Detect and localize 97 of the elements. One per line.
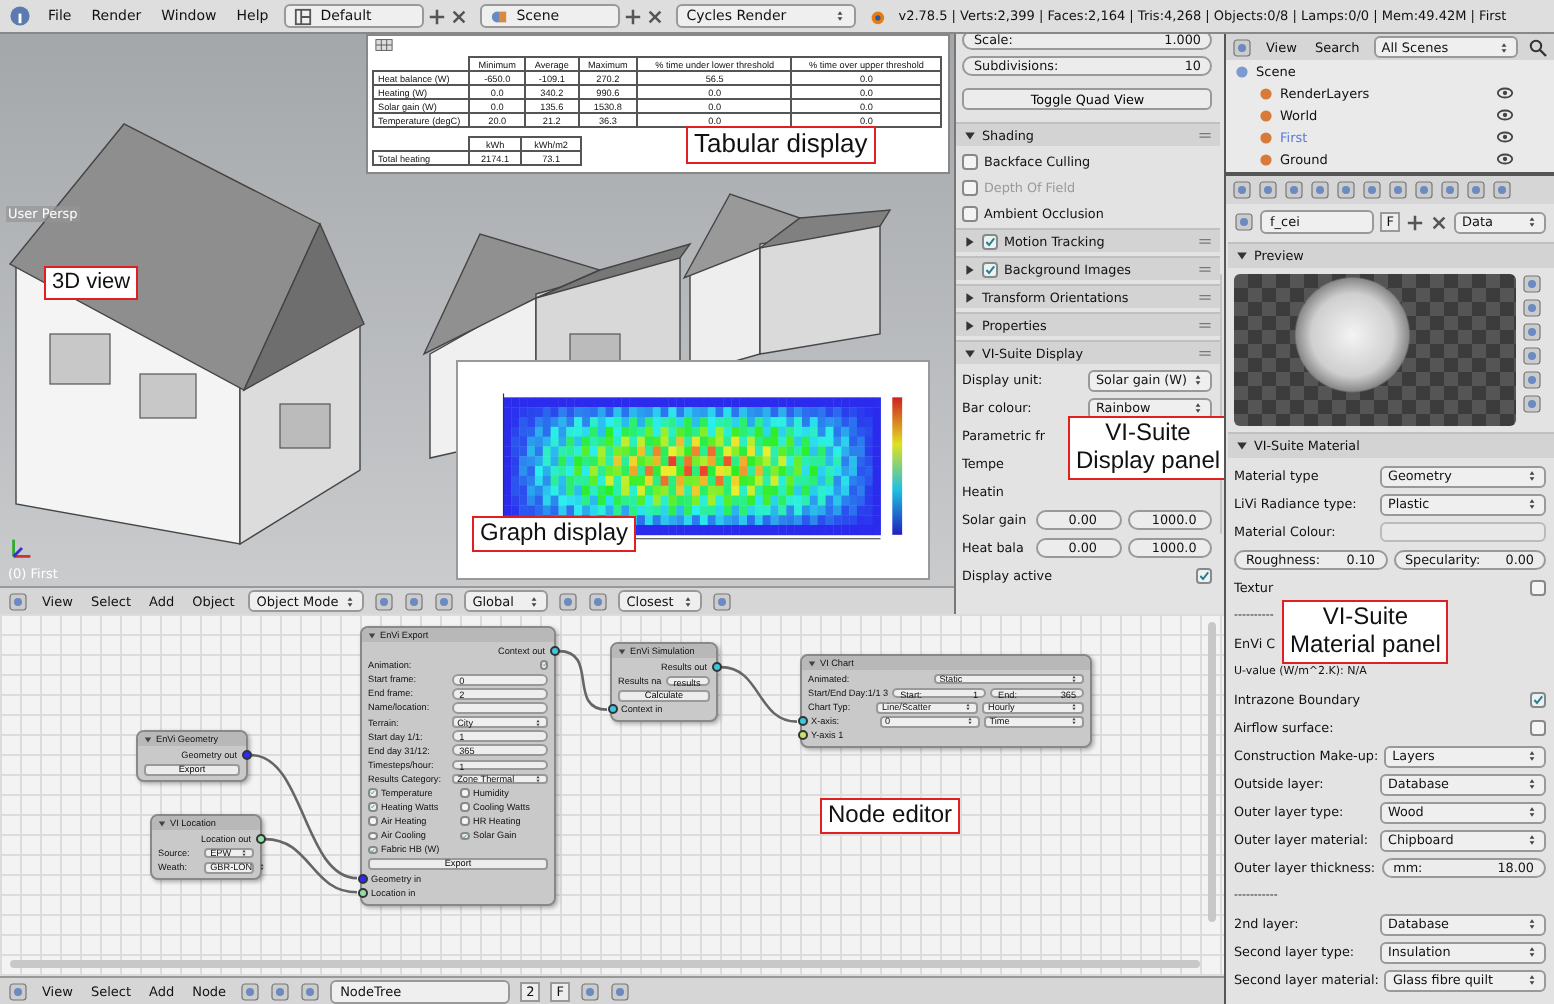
checkbox[interactable]	[460, 816, 469, 826]
checkbox[interactable]	[1530, 692, 1546, 708]
up-down-arrows-icon	[834, 8, 847, 24]
up-down-arrows-icon	[1526, 214, 1538, 230]
grip-icon[interactable]	[1198, 346, 1213, 360]
up-down-arrows-icon	[1526, 916, 1538, 932]
up-down-arrows-icon	[534, 773, 542, 784]
up-down-arrows-icon	[1192, 372, 1205, 388]
socket[interactable]	[357, 873, 367, 884]
up-down-arrows-icon	[1498, 39, 1510, 55]
socket[interactable]	[255, 834, 265, 845]
annotation-label: 3D view	[44, 266, 139, 300]
up-down-arrows-icon	[964, 702, 972, 713]
up-down-arrows-icon	[1526, 496, 1538, 512]
up-down-arrows-icon	[1070, 716, 1078, 727]
checkbox[interactable]	[368, 845, 377, 855]
annotation-label: Graph display	[472, 516, 637, 552]
up-down-arrows-icon	[1192, 400, 1205, 416]
close-icon[interactable]	[646, 7, 665, 25]
annotation-label: VI-Suite Material panel	[1282, 600, 1449, 664]
socket[interactable]	[797, 716, 807, 727]
checkbox[interactable]	[368, 831, 377, 841]
checkbox[interactable]	[368, 816, 377, 826]
socket[interactable]	[357, 887, 367, 898]
grip-icon[interactable]	[1198, 262, 1213, 276]
visibility-icon[interactable]	[1496, 128, 1514, 146]
up-down-arrows-icon	[1526, 972, 1538, 988]
up-down-arrows-icon	[1526, 832, 1538, 848]
checkbox[interactable]	[982, 233, 998, 249]
disclosure-triangle-icon	[1236, 440, 1248, 452]
annotation-label: Tabular display	[686, 126, 876, 164]
grip-icon[interactable]	[1198, 128, 1213, 142]
checkbox[interactable]	[368, 788, 377, 798]
visibility-icon[interactable]	[1496, 150, 1514, 168]
disclosure-triangle-icon	[1236, 250, 1248, 262]
scrollbar[interactable]	[1208, 622, 1216, 922]
table-icon	[372, 36, 396, 54]
socket[interactable]	[797, 730, 807, 741]
node-link	[720, 665, 798, 723]
screen-layout-icon	[294, 7, 313, 25]
collapse-triangle-icon[interactable]	[158, 819, 166, 827]
up-down-arrows-icon	[1526, 748, 1538, 764]
up-down-arrows-icon	[1526, 776, 1538, 792]
checkbox[interactable]	[962, 205, 978, 221]
search-icon[interactable]	[1528, 37, 1548, 57]
up-down-arrows-icon	[240, 848, 248, 859]
collapse-triangle-icon[interactable]	[808, 659, 816, 667]
scrollbar[interactable]	[10, 960, 1200, 968]
up-down-arrows-icon	[1526, 468, 1538, 484]
colour-swatch[interactable]	[1380, 522, 1546, 542]
up-down-arrows-icon	[258, 862, 267, 873]
scrollbar[interactable]	[1220, 274, 1222, 534]
up-down-arrows-icon	[1526, 804, 1538, 820]
checkbox[interactable]	[368, 802, 377, 812]
node[interactable]	[360, 626, 556, 906]
up-down-arrows-icon	[528, 593, 541, 609]
checkbox[interactable]	[460, 831, 469, 841]
blender-logo-icon	[868, 7, 887, 25]
socket[interactable]	[607, 704, 617, 715]
node-link	[558, 649, 608, 711]
annotation-label: VI-Suite Display panel	[1068, 416, 1224, 480]
visibility-icon[interactable]	[1496, 84, 1514, 102]
checkbox[interactable]	[982, 261, 998, 277]
collapse-triangle-icon[interactable]	[368, 631, 376, 639]
grip-icon[interactable]	[1198, 318, 1213, 332]
collapse-triangle-icon[interactable]	[618, 647, 626, 655]
socket[interactable]	[549, 646, 559, 657]
up-down-arrows-icon	[682, 593, 695, 609]
socket[interactable]	[711, 662, 721, 673]
text-field[interactable]	[451, 702, 548, 714]
checkbox[interactable]	[460, 788, 469, 798]
checkbox[interactable]	[1196, 568, 1213, 584]
visibility-icon[interactable]	[1496, 106, 1514, 124]
plus-icon[interactable]	[1406, 213, 1424, 231]
info-icon[interactable]	[8, 4, 32, 28]
socket[interactable]	[241, 750, 251, 761]
up-down-arrows-icon	[1070, 702, 1078, 713]
colour-scale-bar	[892, 397, 903, 535]
up-down-arrows-icon	[965, 716, 974, 727]
grip-icon[interactable]	[1198, 234, 1213, 248]
up-down-arrows-icon	[344, 593, 357, 609]
collapse-triangle-icon[interactable]	[144, 735, 152, 743]
checkbox[interactable]	[460, 802, 469, 812]
close-icon[interactable]	[450, 7, 469, 25]
plus-icon[interactable]	[428, 7, 447, 25]
checkbox[interactable]	[962, 153, 978, 169]
checkbox[interactable]	[539, 660, 548, 670]
checkbox[interactable]	[1530, 580, 1546, 596]
grip-icon[interactable]	[1198, 290, 1213, 304]
close-icon[interactable]	[1430, 213, 1448, 231]
annotation-label: Node editor	[820, 798, 961, 834]
up-down-arrows-icon	[534, 717, 542, 728]
plus-icon[interactable]	[624, 7, 643, 25]
up-down-arrows-icon	[1070, 674, 1078, 685]
up-down-arrows-icon	[1526, 944, 1538, 960]
axis-gizmo-icon	[8, 534, 36, 562]
checkbox[interactable]	[1530, 720, 1546, 736]
